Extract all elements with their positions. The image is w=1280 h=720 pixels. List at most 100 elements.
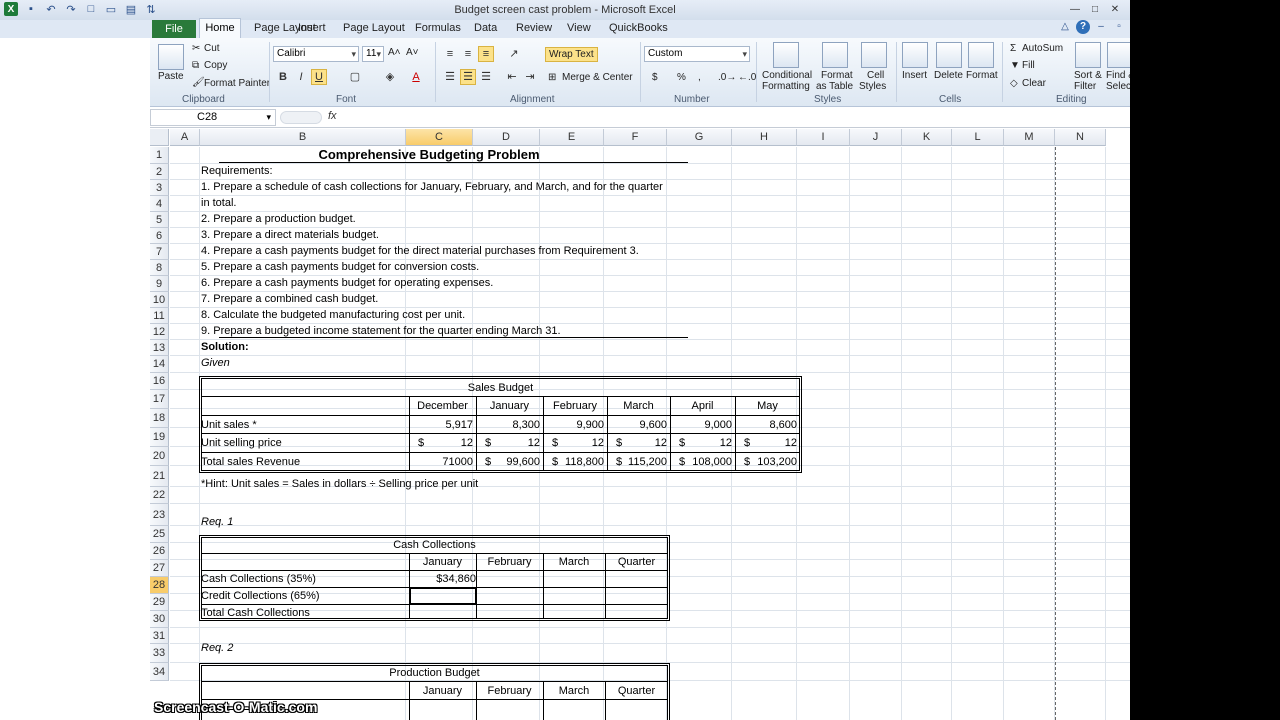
maximize-icon[interactable]: □ xyxy=(1086,2,1104,17)
copy-icon[interactable]: ⧉ xyxy=(192,60,199,71)
row-header-4[interactable]: 4 xyxy=(150,196,169,212)
delete-cells-icon[interactable] xyxy=(936,42,962,68)
column-header-d[interactable]: D xyxy=(473,129,540,146)
column-header-a[interactable]: A xyxy=(170,129,200,146)
worksheet[interactable]: ABCDEFGHIJKLMN 1 2 3 4 5 6 7 8 9 10 11 12 13 14 16 17 18… xyxy=(150,129,1130,720)
revenue-value[interactable]: 108,000 xyxy=(670,456,732,468)
align-top-icon[interactable]: ≡ xyxy=(442,46,458,62)
fill-icon[interactable]: ▼ xyxy=(1010,60,1020,71)
column-header-b[interactable]: B xyxy=(200,129,406,146)
merge-center-icon[interactable]: ⊞ xyxy=(548,72,556,83)
row-header-8[interactable]: 8 xyxy=(150,260,169,276)
cut-icon[interactable]: ✂ xyxy=(192,43,200,54)
jan-cash-collections[interactable]: $34,860 xyxy=(410,573,476,585)
revenue-value[interactable]: 118,800 xyxy=(543,456,604,468)
format-as-table-button[interactable]: Format xyxy=(821,70,853,81)
unit-sales-value[interactable]: 9,900 xyxy=(543,419,604,431)
tab-data[interactable]: Data xyxy=(474,22,497,34)
unit-sales-value[interactable]: 9,600 xyxy=(607,419,667,431)
find-select-button[interactable]: Find & xyxy=(1106,70,1130,81)
row-header-31[interactable]: 31 xyxy=(150,628,169,644)
tab-view[interactable]: View xyxy=(567,22,591,34)
column-header-j[interactable]: J xyxy=(850,129,902,146)
format-painter-button[interactable]: Format Painter xyxy=(204,78,270,89)
row-header-16[interactable]: 16 xyxy=(150,373,169,390)
copy-button[interactable]: Copy xyxy=(204,60,227,71)
column-header-i[interactable]: I xyxy=(797,129,850,146)
shrink-font-icon[interactable]: A˅ xyxy=(406,47,419,58)
fill-color-icon[interactable]: ◈ xyxy=(382,69,398,85)
delete-cells-button[interactable]: Delete xyxy=(934,70,963,81)
revenue-value[interactable]: 103,200 xyxy=(735,456,797,468)
unit-sales-value[interactable]: 5,917 xyxy=(409,419,473,431)
row-header-29[interactable]: 29 xyxy=(150,594,169,611)
row-header-9[interactable]: 9 xyxy=(150,276,169,292)
align-center-icon[interactable]: ☰ xyxy=(460,69,476,85)
row-header-34[interactable]: 34 xyxy=(150,663,169,681)
row-header-11[interactable]: 11 xyxy=(150,308,169,324)
column-header-h[interactable]: H xyxy=(732,129,797,146)
unit-sales-value[interactable]: 8,300 xyxy=(476,419,540,431)
font-size-dropdown[interactable]: 11 xyxy=(362,46,384,62)
find-select-icon[interactable] xyxy=(1107,42,1130,68)
unit-sales-value[interactable]: 8,600 xyxy=(735,419,797,431)
tab-formulas[interactable]: Formulas xyxy=(415,22,461,34)
increase-indent-icon[interactable]: ⇥ xyxy=(522,69,538,85)
unit-sales-value[interactable]: 9,000 xyxy=(670,419,732,431)
column-header-k[interactable]: K xyxy=(902,129,952,146)
row-header-3[interactable]: 3 xyxy=(150,180,169,196)
column-header-g[interactable]: G xyxy=(667,129,732,146)
comma-button[interactable]: , xyxy=(698,72,701,83)
insert-function-button[interactable]: fx xyxy=(328,110,337,122)
column-header-f[interactable]: F xyxy=(604,129,667,146)
align-left-icon[interactable]: ☰ xyxy=(442,69,458,85)
column-header-e[interactable]: E xyxy=(540,129,604,146)
align-right-icon[interactable]: ☰ xyxy=(478,69,494,85)
currency-button[interactable]: $ xyxy=(652,72,658,83)
cut-button[interactable]: Cut xyxy=(204,43,220,54)
conditional-formatting-icon[interactable] xyxy=(773,42,799,68)
row-header-10[interactable]: 10 xyxy=(150,292,169,308)
row-header-14[interactable]: 14 xyxy=(150,356,169,373)
unit-price-value[interactable]: 12 xyxy=(607,437,667,449)
row-header-7[interactable]: 7 xyxy=(150,244,169,260)
grow-font-icon[interactable]: A˄ xyxy=(388,47,401,58)
row-header-6[interactable]: 6 xyxy=(150,228,169,244)
close-icon[interactable]: ✕ xyxy=(1106,2,1124,17)
cell-styles-icon[interactable] xyxy=(861,42,887,68)
clear-icon[interactable]: ◇ xyxy=(1010,78,1018,89)
tab-insert[interactable]: Insert xyxy=(298,22,326,34)
name-box[interactable]: C28 xyxy=(150,109,276,126)
align-bottom-icon[interactable]: ≡ xyxy=(478,46,494,62)
sort-filter-button[interactable]: Sort & xyxy=(1074,70,1102,81)
row-header-25[interactable]: 25 xyxy=(150,526,169,543)
paste-icon[interactable] xyxy=(158,44,184,70)
row-header-1[interactable]: 1 xyxy=(150,147,169,164)
row-header-23[interactable]: 23 xyxy=(150,504,169,526)
row-header-5[interactable]: 5 xyxy=(150,212,169,228)
autosum-button[interactable]: AutoSum xyxy=(1022,43,1063,54)
row-header-13[interactable]: 13 xyxy=(150,340,169,356)
format-cells-icon[interactable] xyxy=(968,42,994,68)
sort-filter-icon[interactable] xyxy=(1075,42,1101,68)
cell-styles-button[interactable]: Cell xyxy=(867,70,884,81)
align-middle-icon[interactable]: ≡ xyxy=(460,46,476,62)
format-painter-icon[interactable]: 🖌 xyxy=(192,77,205,88)
ribbon-collapse-icon[interactable]: △ xyxy=(1058,20,1072,34)
unit-price-value[interactable]: 12 xyxy=(670,437,732,449)
row-header-27[interactable]: 27 xyxy=(150,560,169,577)
selected-cell-c28[interactable] xyxy=(409,587,477,605)
unit-price-value[interactable]: 12 xyxy=(735,437,797,449)
decrease-decimal-icon[interactable]: ←.0 xyxy=(738,72,756,83)
tab-review[interactable]: Review xyxy=(516,22,552,34)
row-header-2[interactable]: 2 xyxy=(150,164,169,180)
row-header-30[interactable]: 30 xyxy=(150,611,169,628)
row-header-21[interactable]: 21 xyxy=(150,466,169,487)
format-as-table-icon[interactable] xyxy=(822,42,848,68)
row-header-28[interactable]: 28 xyxy=(150,577,169,594)
orientation-icon[interactable]: ↗ xyxy=(506,46,522,62)
increase-decimal-icon[interactable]: .0→ xyxy=(718,72,736,83)
unit-price-value[interactable]: 12 xyxy=(543,437,604,449)
column-header-m[interactable]: M xyxy=(1004,129,1055,146)
format-cells-button[interactable]: Format xyxy=(966,70,998,81)
